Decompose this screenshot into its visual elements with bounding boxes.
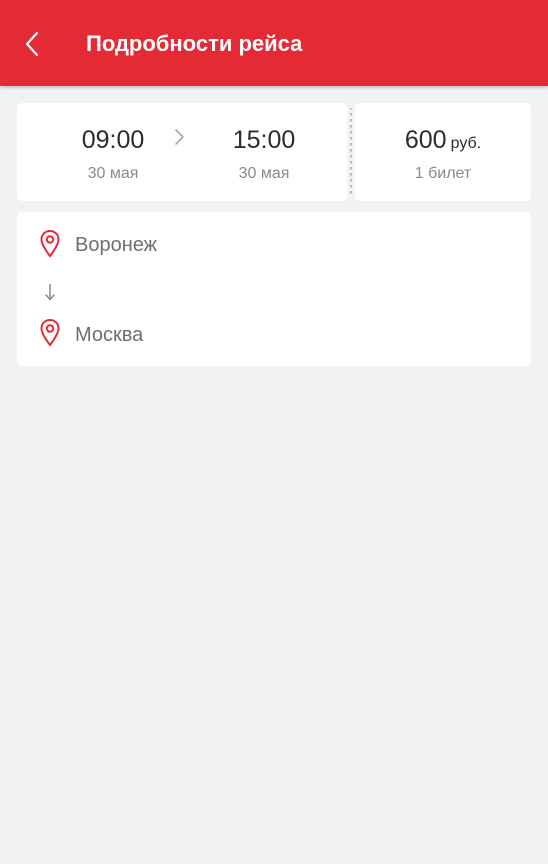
map-pin-icon <box>40 229 60 258</box>
chevron-left-icon <box>25 31 39 57</box>
back-button[interactable] <box>14 24 50 64</box>
tickets-count: 1 билет <box>414 165 472 182</box>
arrival-time: 15:00 <box>232 126 296 154</box>
departure-city: Воронеж <box>75 234 158 256</box>
route-card: Воронеж Москва <box>17 212 531 366</box>
price-currency: руб. <box>450 135 482 152</box>
app-header: Подробности рейса <box>0 0 548 86</box>
times-card: 09:00 30 мая 15:00 30 мая <box>17 103 347 201</box>
ticket-divider <box>350 107 352 197</box>
chevron-right-icon <box>175 129 184 145</box>
price-card: 600 руб. 1 билет <box>355 103 531 201</box>
price-value: 600 <box>404 126 447 154</box>
arrival-date: 30 мая <box>238 165 290 182</box>
departure-time: 09:00 <box>81 126 145 154</box>
map-pin-icon <box>40 318 60 347</box>
page-title: Подробности рейса <box>86 31 303 56</box>
arrow-down-icon <box>45 284 55 301</box>
price: 600 руб. <box>355 125 531 159</box>
arrival-city: Москва <box>75 324 144 346</box>
departure-date: 30 мая <box>87 165 139 182</box>
